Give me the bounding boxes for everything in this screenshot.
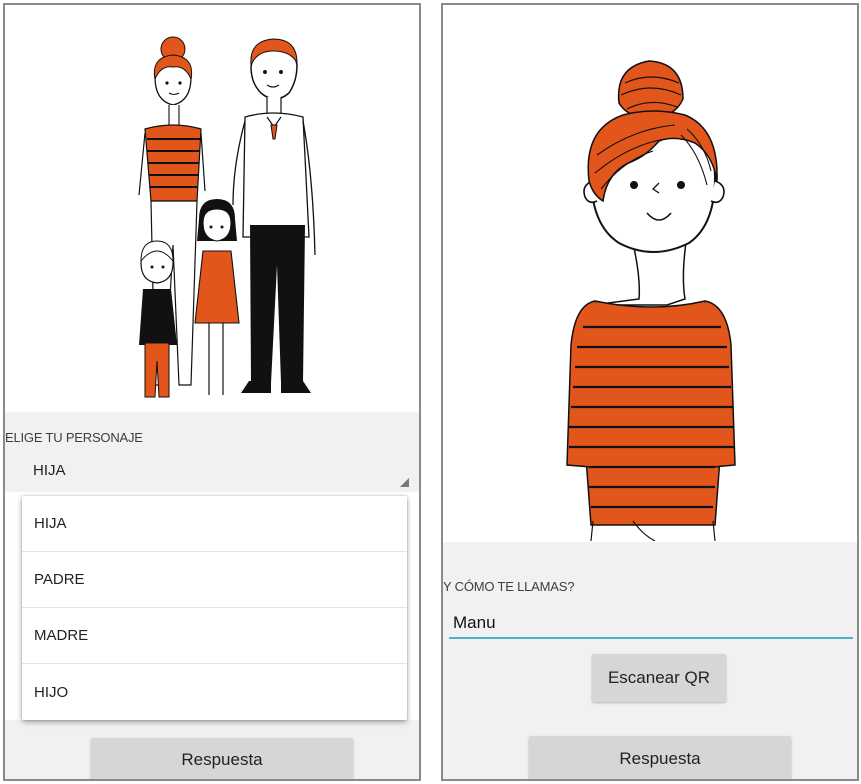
daughter-figure	[194, 199, 240, 395]
character-spinner[interactable]: HIJA	[33, 462, 66, 479]
dropdown-item-hija[interactable]: HIJA	[22, 496, 407, 552]
character-select-panel	[5, 412, 419, 492]
dropdown-item-madre[interactable]: MADRE	[22, 608, 407, 664]
family-illustration	[138, 36, 316, 398]
name-label: Y CÓMO TE LLAMAS?	[443, 579, 575, 594]
dropdown-item-padre[interactable]: PADRE	[22, 552, 407, 608]
character-dropdown: HIJA PADRE MADRE HIJO	[22, 496, 407, 720]
name-input[interactable]	[449, 609, 853, 639]
answer-button[interactable]: Respuesta	[91, 738, 353, 779]
dropdown-item-hijo[interactable]: HIJO	[22, 664, 407, 720]
son-figure	[139, 240, 177, 398]
character-label: ELIGE TU PERSONAJE	[5, 430, 143, 445]
mother-character-illustration	[566, 60, 736, 541]
screen-character-select: ELIGE TU PERSONAJE HIJA HIJA PADRE MADRE…	[3, 3, 421, 781]
screen-name-entry: Y CÓMO TE LLAMAS? Escanear QR Respuesta	[441, 3, 859, 781]
scan-qr-button[interactable]: Escanear QR	[592, 654, 726, 702]
answer-button[interactable]: Respuesta	[529, 736, 791, 779]
spinner-arrow-icon[interactable]	[400, 478, 409, 487]
father-figure	[232, 38, 316, 393]
